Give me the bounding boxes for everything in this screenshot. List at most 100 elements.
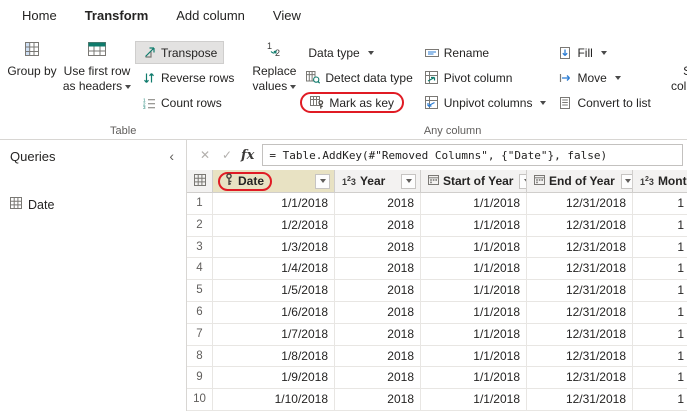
cell[interactable]: 2018 <box>335 367 421 389</box>
cell[interactable]: 1/1/2018 <box>421 389 527 411</box>
commit-icon[interactable]: ✓ <box>219 148 235 162</box>
select-all-corner[interactable] <box>187 170 213 193</box>
cell[interactable]: 12/31/2018 <box>527 258 633 280</box>
row-number[interactable]: 10 <box>187 389 213 411</box>
data-type-button[interactable]: Data type <box>300 42 379 63</box>
cell[interactable]: 1/1/2018 <box>421 302 527 324</box>
cell[interactable]: 2018 <box>335 258 421 280</box>
cell[interactable]: 12/31/2018 <box>527 237 633 259</box>
cell[interactable]: 1/9/2018 <box>213 367 335 389</box>
cell[interactable]: 12/31/2018 <box>527 389 633 411</box>
row-number[interactable]: 2 <box>187 215 213 237</box>
row-number[interactable]: 5 <box>187 280 213 302</box>
split-column-button[interactable]: Split column <box>665 34 687 94</box>
cell[interactable]: 1/3/2018 <box>213 237 335 259</box>
column-header-start-of-year[interactable]: Start of Year <box>421 170 527 193</box>
reverse-rows-button[interactable]: Reverse rows <box>136 67 240 88</box>
cell[interactable]: 1/2/2018 <box>213 215 335 237</box>
cell[interactable]: 1/6/2018 <box>213 302 335 324</box>
formula-input[interactable]: = Table.AddKey(#"Removed Columns", {"Dat… <box>262 144 683 166</box>
cell[interactable]: 1 <box>633 280 687 302</box>
cell[interactable]: 2018 <box>335 324 421 346</box>
cell[interactable]: 1 <box>633 258 687 280</box>
row-number[interactable]: 7 <box>187 324 213 346</box>
collapse-pane-icon[interactable]: ‹ <box>167 148 176 164</box>
table-group-label: Table <box>4 125 242 137</box>
column-header-date[interactable]: Date <box>213 170 335 193</box>
filter-icon[interactable] <box>621 174 633 189</box>
column-header-month[interactable]: 123Month <box>633 170 687 193</box>
tab-add-column[interactable]: Add column <box>162 1 259 30</box>
filter-icon[interactable] <box>315 174 330 189</box>
column-name: End of Year <box>549 174 615 188</box>
filter-icon[interactable] <box>519 174 527 189</box>
replace-values-button[interactable]: 12 Replace values <box>248 34 300 94</box>
cell[interactable]: 2018 <box>335 215 421 237</box>
use-first-row-as-headers-button[interactable]: Use first row as headers <box>58 34 136 94</box>
column-header-end-of-year[interactable]: End of Year <box>527 170 633 193</box>
data-type-label: Data type <box>308 46 359 60</box>
cancel-icon[interactable]: ✕ <box>197 148 213 162</box>
cell[interactable]: 1/1/2018 <box>421 346 527 368</box>
cell[interactable]: 1/1/2018 <box>421 324 527 346</box>
cell[interactable]: 1/7/2018 <box>213 324 335 346</box>
row-number[interactable]: 9 <box>187 367 213 389</box>
query-item-date[interactable]: Date <box>0 194 186 215</box>
row-number[interactable]: 4 <box>187 258 213 280</box>
convert-to-list-button[interactable]: Convert to list <box>552 92 656 113</box>
cell[interactable]: 1 <box>633 237 687 259</box>
row-number[interactable]: 8 <box>187 346 213 368</box>
cell[interactable]: 1/1/2018 <box>421 367 527 389</box>
cell[interactable]: 2018 <box>335 193 421 215</box>
cell[interactable]: 1/1/2018 <box>421 193 527 215</box>
cell[interactable]: 1 <box>633 346 687 368</box>
cell[interactable]: 1 <box>633 324 687 346</box>
cell[interactable]: 1 <box>633 193 687 215</box>
cell[interactable]: 2018 <box>335 389 421 411</box>
tab-home[interactable]: Home <box>8 1 71 30</box>
cell[interactable]: 12/31/2018 <box>527 215 633 237</box>
tab-transform[interactable]: Transform <box>71 1 163 30</box>
move-button[interactable]: Move <box>552 67 626 88</box>
transpose-button[interactable]: Transpose <box>136 42 223 63</box>
mark-as-key-button[interactable]: Mark as key <box>300 92 404 113</box>
cell[interactable]: 12/31/2018 <box>527 280 633 302</box>
cell[interactable]: 2018 <box>335 280 421 302</box>
cell[interactable]: 1 <box>633 215 687 237</box>
cell[interactable]: 1 <box>633 367 687 389</box>
row-number[interactable]: 3 <box>187 237 213 259</box>
filter-icon[interactable] <box>401 174 416 189</box>
column-header-year[interactable]: 123Year <box>335 170 421 193</box>
cell[interactable]: 1/1/2018 <box>421 215 527 237</box>
cell[interactable]: 12/31/2018 <box>527 346 633 368</box>
cell[interactable]: 1/4/2018 <box>213 258 335 280</box>
cell[interactable]: 12/31/2018 <box>527 367 633 389</box>
cell[interactable]: 1 <box>633 302 687 324</box>
cell[interactable]: 1 <box>633 389 687 411</box>
cell[interactable]: 1/10/2018 <box>213 389 335 411</box>
table-row: 81/8/201820181/1/201812/31/20181 <box>187 346 687 368</box>
rename-button[interactable]: Rename <box>419 42 495 63</box>
cell[interactable]: 1/1/2018 <box>421 237 527 259</box>
group-by-button[interactable]: Group by <box>6 34 58 79</box>
cell[interactable]: 1/1/2018 <box>213 193 335 215</box>
tab-view[interactable]: View <box>259 1 315 30</box>
cell[interactable]: 1/5/2018 <box>213 280 335 302</box>
fill-button[interactable]: Fill <box>552 42 612 63</box>
cell[interactable]: 2018 <box>335 237 421 259</box>
cell[interactable]: 1/1/2018 <box>421 280 527 302</box>
pivot-column-button[interactable]: Pivot column <box>419 67 519 88</box>
unpivot-columns-button[interactable]: Unpivot columns <box>419 92 553 113</box>
cell[interactable]: 2018 <box>335 346 421 368</box>
cell[interactable]: 12/31/2018 <box>527 302 633 324</box>
cell[interactable]: 2018 <box>335 302 421 324</box>
fx-button[interactable]: fx <box>241 148 254 163</box>
row-number[interactable]: 6 <box>187 302 213 324</box>
cell[interactable]: 12/31/2018 <box>527 193 633 215</box>
cell[interactable]: 12/31/2018 <box>527 324 633 346</box>
cell[interactable]: 1/8/2018 <box>213 346 335 368</box>
count-rows-button[interactable]: 123 Count rows <box>136 92 228 113</box>
cell[interactable]: 1/1/2018 <box>421 258 527 280</box>
row-number[interactable]: 1 <box>187 193 213 215</box>
detect-data-type-button[interactable]: Detect data type <box>300 67 418 88</box>
